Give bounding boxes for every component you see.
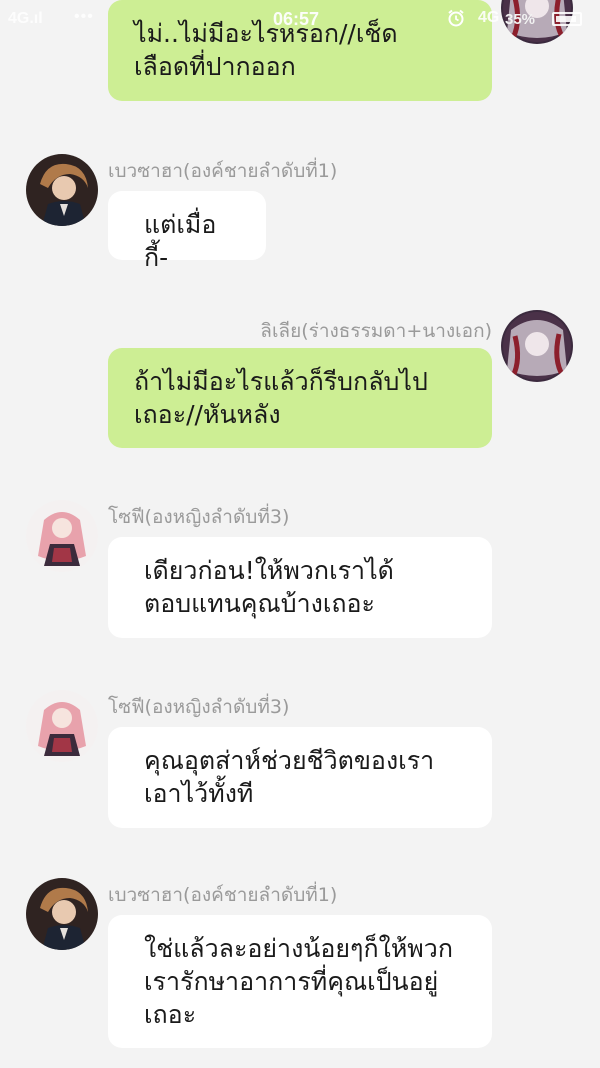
more-icon: ••• [74,8,94,25]
battery-icon [552,12,582,26]
signal-indicator: 4G.ıl [8,10,43,27]
chat-thread: ไม่..ไม่มีอะไรหรอก//เช็ด เลือดที่ปากออก … [0,0,600,1068]
sender-name: เบวซาฮา(องค์ชายลำดับที่1) [108,160,338,182]
sender-name: โซฟี(องหญิงลำดับที่3) [108,506,290,528]
alarm-icon [447,9,465,27]
sender-name: เบวซาฮา(องค์ชายลำดับที่1) [108,884,338,906]
sophie-avatar[interactable] [26,690,98,762]
bevzaha-avatar[interactable] [26,154,98,226]
network-indicator: 4G [478,9,500,26]
sender-name: ลิเลีย(ร่างธรรมดา+นางเอก) [260,320,492,342]
sender-name: โซฟี(องหญิงลำดับที่3) [108,696,290,718]
lilia-avatar[interactable] [501,310,573,382]
status-bar: 4G.ıl ••• 06:57 4G 35% [0,0,600,40]
bevzaha-avatar[interactable] [26,878,98,950]
message-bubble[interactable]: คุณอุตส่าห์ช่วยชีวิตของเรา เอาไว้ทั้งที [108,727,492,828]
message-bubble[interactable]: แต่เมื่อกี้- [108,191,266,272]
clock: 06:57 [273,9,320,29]
message-bubble[interactable]: ใช่แล้วละอย่างน้อยๆก็ให้พวก เรารักษาอากา… [108,915,492,1048]
sophie-avatar[interactable] [26,500,98,572]
battery-percent: 35% [505,11,536,28]
message-bubble[interactable]: ถ้าไม่มีอะไรแล้วก็รีบกลับไป เถอะ//หันหลั… [108,348,492,448]
message-bubble[interactable]: เดียวก่อน!ให้พวกเราได้ ตอบแทนคุณบ้างเถอะ [108,537,492,638]
